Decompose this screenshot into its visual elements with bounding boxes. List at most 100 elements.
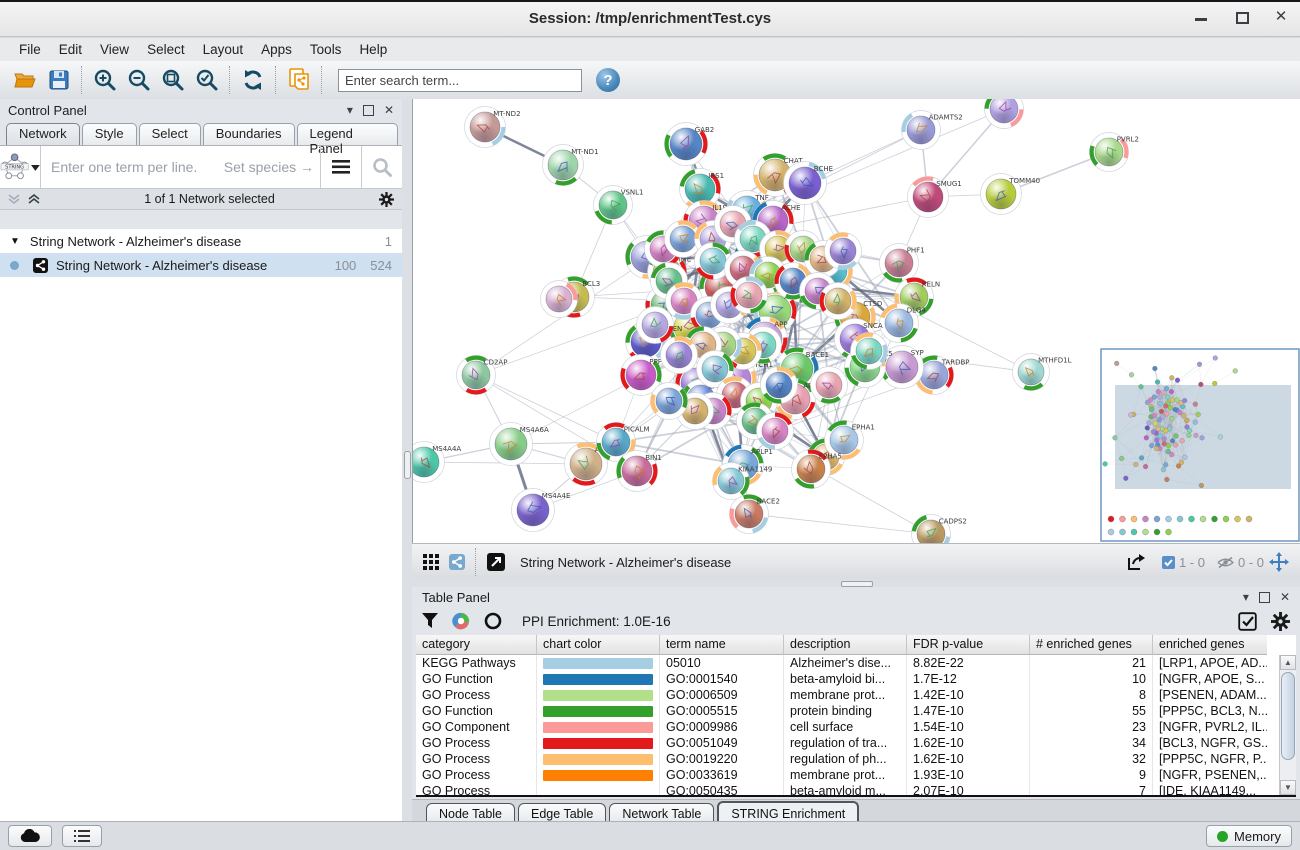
settings-gear-icon[interactable] [1271, 612, 1290, 631]
string-query-input[interactable]: Enter one term per line. [51, 159, 224, 175]
chart-color-icon[interactable] [452, 612, 470, 630]
table-row[interactable]: GO ProcessGO:0033619membrane prot...1.93… [416, 767, 1296, 783]
protein-node[interactable] [541, 281, 578, 318]
float-panel-icon[interactable] [363, 105, 374, 116]
network-collection-row[interactable]: ▼ String Network - Alzheimer's disease 1 [0, 229, 402, 253]
memory-button[interactable]: Memory [1206, 825, 1292, 847]
protein-node[interactable] [761, 367, 798, 404]
string-options-button[interactable] [321, 146, 361, 188]
menu-tools[interactable]: Tools [301, 40, 351, 59]
table-close-icon[interactable]: ✕ [1280, 591, 1290, 603]
save-session-button[interactable] [42, 64, 76, 96]
table-row[interactable]: GO FunctionGO:0001540beta-amyloid bi...1… [416, 671, 1296, 687]
table-row[interactable]: GO ProcessGO:0050435beta-amyloid m...2.0… [416, 783, 1296, 797]
protein-node[interactable]: CADPS2 [912, 515, 967, 544]
minimize-button[interactable] [1194, 10, 1208, 24]
protein-node[interactable]: DLG4 [880, 304, 927, 343]
string-source-selector[interactable]: STRING [0, 146, 40, 188]
protein-node[interactable]: BACE2 [730, 495, 780, 534]
protein-node[interactable]: SMUG1 [908, 177, 962, 218]
export-view-button[interactable] [1122, 546, 1150, 578]
column-header[interactable]: chart color [537, 635, 660, 655]
protein-node[interactable] [820, 283, 857, 320]
protein-node[interactable]: BCHE [784, 162, 834, 205]
task-history-button[interactable] [62, 825, 102, 847]
menu-help[interactable]: Help [350, 40, 396, 59]
protein-node[interactable] [811, 367, 848, 404]
menu-view[interactable]: View [91, 40, 138, 59]
protein-node[interactable] [637, 307, 674, 344]
scroll-up-arrow[interactable]: ▲ [1280, 655, 1296, 670]
protein-node[interactable]: MT-ND1 [543, 145, 599, 186]
table-row[interactable]: GO ComponentGO:0009986cell surface1.54E-… [416, 719, 1296, 735]
protein-node[interactable] [651, 383, 688, 420]
panel-splitter[interactable] [402, 99, 412, 822]
protein-node[interactable]: PHF1 [880, 244, 925, 283]
detach-view-button[interactable] [482, 546, 510, 578]
column-header[interactable]: category [416, 635, 537, 655]
network-canvas[interactable]: MT-ND2MT-ND1VSNL1GAB2IRS1CHATBCHETNFIL1B… [412, 99, 1300, 543]
select-rows-icon[interactable] [1238, 612, 1257, 631]
network-graph[interactable]: MT-ND2MT-ND1VSNL1GAB2IRS1CHATBCHETNFIL1B… [413, 99, 1300, 543]
protein-node[interactable]: MTHFD1L [1013, 354, 1072, 391]
gear-icon[interactable] [379, 192, 394, 207]
protein-node[interactable] [757, 413, 794, 450]
string-search-button[interactable] [362, 146, 402, 188]
menu-file[interactable]: File [10, 40, 50, 59]
protein-node[interactable]: KIAA1149 [713, 463, 773, 500]
protein-node[interactable] [825, 233, 862, 270]
tab-legend-panel[interactable]: Legend Panel [297, 123, 398, 145]
column-header[interactable]: FDR p-value [907, 635, 1030, 655]
table-float-icon[interactable] [1259, 592, 1270, 603]
protein-node[interactable]: PVRL2 [1090, 133, 1139, 172]
menu-apps[interactable]: Apps [252, 40, 301, 59]
protein-node[interactable]: GAB2 [665, 123, 715, 166]
tab-network[interactable]: Network [6, 123, 80, 145]
navigator-toggle-button[interactable] [1264, 546, 1294, 578]
protein-node[interactable]: VSNL1 [594, 186, 644, 225]
zoom-in-button[interactable] [88, 64, 122, 96]
column-header[interactable]: enriched genes [1153, 635, 1267, 655]
refresh-button[interactable] [236, 64, 270, 96]
close-button[interactable]: ✕ [1274, 10, 1288, 24]
zoom-fit-button[interactable] [156, 64, 190, 96]
string-panel-button[interactable] [444, 546, 470, 578]
search-input[interactable] [338, 69, 582, 92]
table-splitter[interactable] [412, 579, 1300, 587]
menu-layout[interactable]: Layout [194, 40, 253, 59]
zoom-out-button[interactable] [122, 64, 156, 96]
tab-boundaries[interactable]: Boundaries [203, 123, 295, 145]
tab-style[interactable]: Style [82, 123, 137, 145]
network-export-button[interactable] [282, 64, 316, 96]
birdseye-view[interactable] [1101, 349, 1299, 541]
set-species-label[interactable]: Set species → [224, 159, 314, 175]
protein-node[interactable]: BIN1 [617, 451, 662, 492]
tab-select[interactable]: Select [139, 123, 201, 145]
column-header[interactable]: # enriched genes [1030, 635, 1153, 655]
ring-icon[interactable] [484, 612, 502, 630]
table-scrollbar[interactable]: ▲ ▼ [1279, 655, 1296, 795]
table-row[interactable]: GO ProcessGO:0051049regulation of tra...… [416, 735, 1296, 751]
table-row[interactable]: GO FunctionGO:0005515protein binding1.47… [416, 703, 1296, 719]
protein-node[interactable]: TOMM40 [981, 174, 1041, 215]
menu-select[interactable]: Select [138, 40, 194, 59]
zoom-selected-button[interactable] [190, 64, 224, 96]
protein-node[interactable]: MS4A6A [490, 423, 549, 466]
network-row-selected[interactable]: String Network - Alzheimer's disease 100… [0, 253, 402, 277]
close-panel-icon[interactable]: ✕ [384, 104, 394, 116]
table-row[interactable]: KEGG Pathways05010Alzheimer's dise...8.8… [416, 655, 1296, 671]
protein-node[interactable]: CD2AP [457, 356, 508, 395]
collapse-all-icon[interactable] [8, 193, 20, 205]
menu-edit[interactable]: Edit [50, 40, 91, 59]
splitter-grip[interactable] [404, 451, 411, 479]
help-button[interactable]: ? [596, 68, 620, 92]
table-panel-menu-icon[interactable]: ▾ [1243, 591, 1249, 603]
table-row[interactable]: GO ProcessGO:0019220regulation of ph...1… [416, 751, 1296, 767]
protein-node[interactable] [731, 277, 768, 314]
open-session-button[interactable] [8, 64, 42, 96]
protein-node[interactable] [661, 337, 698, 374]
filter-icon[interactable] [422, 613, 438, 629]
scroll-thumb[interactable] [1281, 672, 1295, 760]
protein-node[interactable]: MS4A4E [512, 489, 571, 532]
protein-node[interactable] [851, 333, 888, 370]
